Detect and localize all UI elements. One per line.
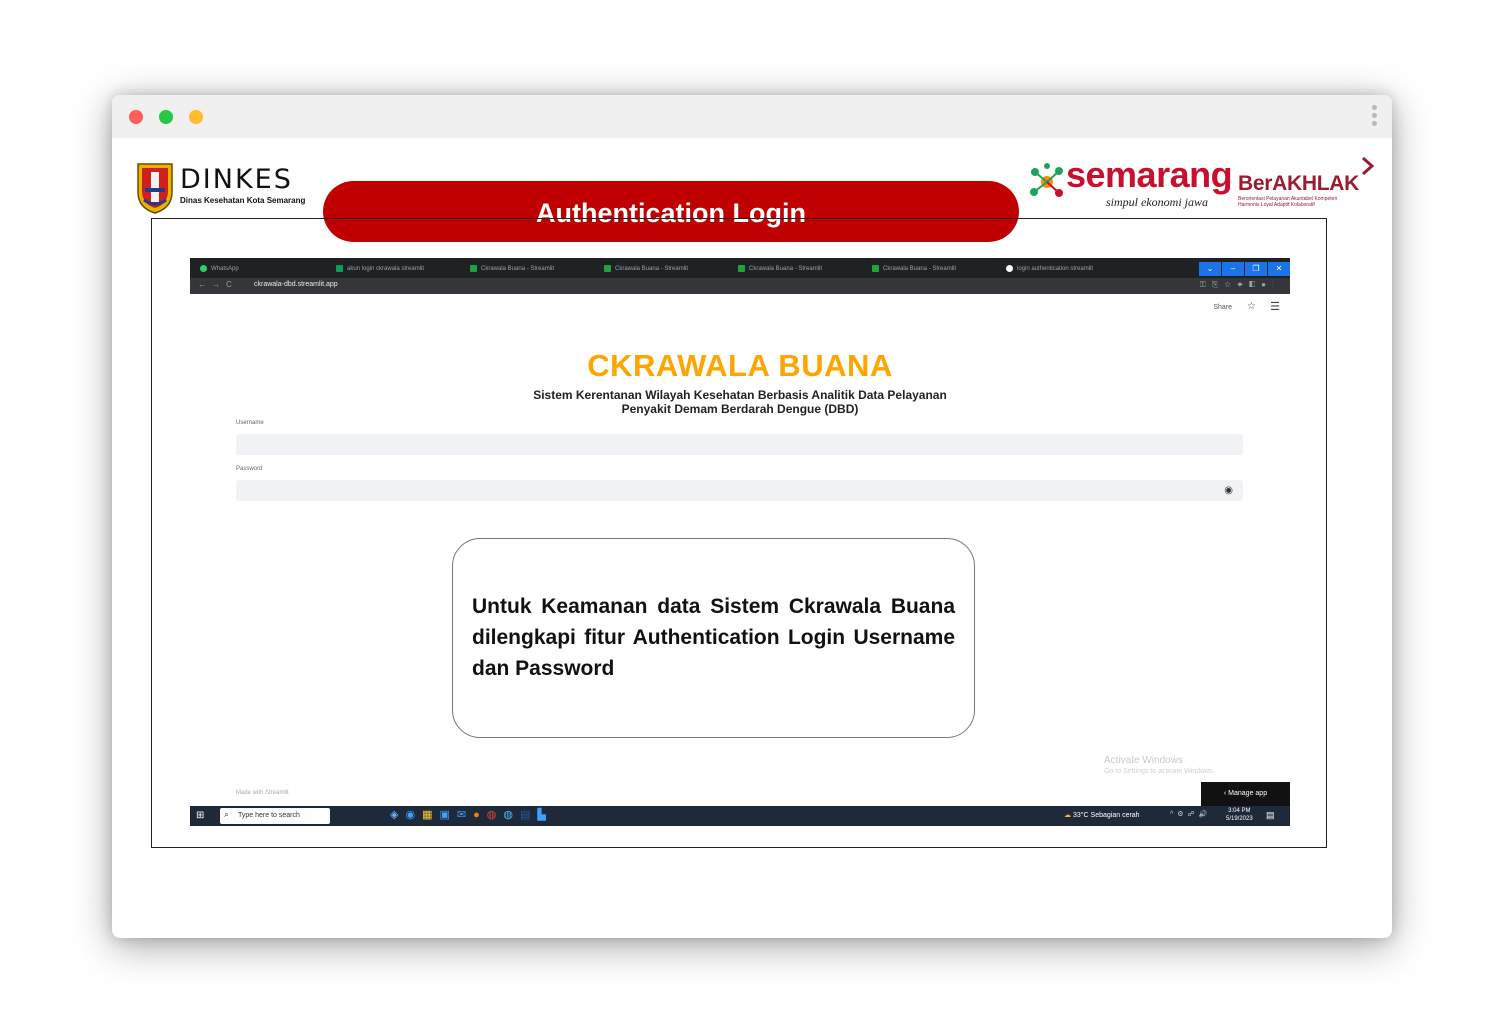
dinkes-wordmark: DINKES (180, 164, 293, 195)
more-options-icon[interactable] (1372, 105, 1378, 129)
check-icon (738, 264, 745, 272)
username-label: Username (236, 420, 264, 426)
berakhlak-wordmark: BerAKHLAK (1238, 172, 1359, 195)
taskbar-search-input[interactable]: Type here to search (220, 808, 330, 824)
dinkes-logo: DINKES Dinas Kesehatan Kota Semarang (136, 162, 306, 216)
address-bar: ←→C ckrawala-dbd.streamlit.app ⚿⎘☆✦◧●⋮ (190, 278, 1290, 294)
embedded-browser-screenshot: WhatsApp akun login ckrawala streamlit C… (190, 258, 1290, 826)
app-title: CKRAWALA BUANA (587, 348, 893, 383)
restore-icon[interactable]: ❐ (1245, 262, 1267, 276)
tab-login-auth[interactable]: login authentication streamlit (1006, 262, 1093, 276)
close-dot-icon[interactable] (129, 110, 143, 124)
star-icon[interactable]: ☆ (1247, 301, 1256, 312)
manage-app-button[interactable]: ‹ Manage app (1201, 782, 1290, 806)
taskbar-app-icons[interactable]: ◈◉▦▣✉●◍◍▤▙ (390, 808, 553, 821)
info-callout-text: Untuk Keamanan data Sistem Ckrawala Buan… (472, 595, 955, 680)
notification-icon[interactable]: ▤ (1266, 810, 1275, 821)
password-label: Password (236, 466, 263, 472)
tab-whatsapp[interactable]: WhatsApp (200, 262, 239, 276)
close-icon[interactable]: ✕ (1268, 262, 1290, 276)
check-icon (872, 264, 879, 272)
minimize-dot-icon[interactable] (159, 110, 173, 124)
google-icon (1006, 264, 1013, 272)
tab-akun-login[interactable]: akun login ckrawala streamlit (336, 262, 424, 276)
check-icon (470, 264, 477, 272)
username-field[interactable] (236, 434, 1243, 455)
weather-icon: ☁ (1064, 812, 1073, 819)
windows-start-icon[interactable]: ⊞ (196, 810, 204, 821)
url-field[interactable]: ckrawala-dbd.streamlit.app (254, 281, 338, 288)
whatsapp-icon (200, 264, 207, 272)
presentation-frame: DINKES Dinas Kesehatan Kota Semarang Aut… (112, 95, 1392, 938)
window-title-bar (112, 95, 1392, 138)
activate-windows-subtitle: Go to Settings to activate Windows. (1104, 768, 1215, 775)
berakhlak-logo: BerAKHLAK Berorientasi Pelayanan Akuntab… (1236, 156, 1376, 210)
system-tray-icons[interactable]: ^⚙☍🔊 (1170, 810, 1211, 818)
semarang-wordmark: semarang (1066, 154, 1233, 195)
semarang-crest-icon (137, 163, 173, 214)
tab-ckrawala-4[interactable]: Ckrawala Buana - Streamlit (872, 262, 956, 276)
slide: DINKES Dinas Kesehatan Kota Semarang Aut… (112, 138, 1392, 938)
app-subtitle: Sistem Kerentanan Wilayah Kesehatan Berb… (533, 388, 947, 416)
nav-buttons-icon[interactable]: ←→C (198, 280, 238, 289)
footer-made-with[interactable]: Made with Streamlit (236, 790, 289, 796)
browser-tab-strip: WhatsApp akun login ckrawala streamlit C… (190, 258, 1290, 278)
hamburger-menu-icon[interactable]: ☰ (1270, 300, 1280, 313)
tab-ckrawala-3[interactable]: Ckrawala Buana - Streamlit (738, 262, 822, 276)
tab-ckrawala-2[interactable]: Ckrawala Buana - Streamlit (604, 262, 688, 276)
share-link[interactable]: Share (1213, 304, 1232, 311)
semarang-logo: semarang simpul ekonomi jawa (1028, 154, 1233, 210)
check-icon (604, 264, 611, 272)
dinkes-subtitle: Dinas Kesehatan Kota Semarang (180, 196, 306, 205)
tab-search-icon[interactable]: ⌄ (1199, 262, 1221, 276)
eye-icon[interactable]: ◉ (1224, 485, 1233, 496)
info-callout: Untuk Keamanan data Sistem Ckrawala Buan… (452, 538, 975, 738)
maximize-dot-icon[interactable] (189, 110, 203, 124)
tab-ckrawala-1[interactable]: Ckrawala Buana - Streamlit (470, 262, 554, 276)
chevron-right-icon (1362, 156, 1375, 176)
weather-status: ☁ 33°C Sebagian cerah (1064, 812, 1140, 819)
minimize-icon[interactable]: – (1222, 262, 1244, 276)
semarang-tagline: simpul ekonomi jawa (1106, 195, 1208, 209)
berakhlak-tagline: Berorientasi Pelayanan Akuntabel Kompete… (1238, 196, 1338, 208)
password-field[interactable]: ◉ (236, 480, 1243, 501)
taskbar-clock[interactable]: 3:04 PM 5/19/2023 (1226, 807, 1253, 823)
molecule-icon (1030, 163, 1063, 197)
windows-taskbar: ⊞ Type here to search ⌕ ◈◉▦▣✉●◍◍▤▙ ☁ 33°… (190, 806, 1290, 826)
window-buttons: ⌄ – ❐ ✕ (1198, 258, 1290, 276)
search-icon: ⌕ (224, 809, 230, 819)
browser-toolbar-icons[interactable]: ⚿⎘☆✦◧●⋮ (1200, 280, 1280, 290)
activate-windows-title: Activate Windows (1104, 755, 1183, 766)
sheets-icon (336, 264, 343, 272)
